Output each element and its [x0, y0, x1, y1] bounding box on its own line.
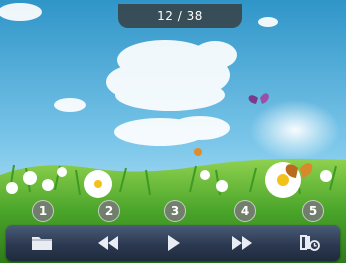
photo-counter: 12 / 38 — [118, 4, 242, 28]
playback-toolbar — [6, 225, 340, 261]
folder-icon — [31, 234, 53, 252]
image-viewer: 12 / 38 1 2 3 4 5 — [0, 0, 346, 263]
rewind-button[interactable] — [80, 225, 136, 261]
callout-marker-3: 3 — [164, 200, 186, 222]
callout-marker-2: 2 — [98, 200, 120, 222]
photo — [0, 0, 346, 263]
play-icon — [167, 234, 181, 252]
rewind-icon — [97, 235, 119, 251]
callout-marker-1: 1 — [32, 200, 54, 222]
callout-marker-4: 4 — [234, 200, 256, 222]
fast-forward-icon — [231, 235, 253, 251]
fast-forward-button[interactable] — [214, 225, 270, 261]
slideshow-settings-button[interactable] — [282, 225, 338, 261]
callout-marker-5: 5 — [302, 200, 324, 222]
open-folder-button[interactable] — [14, 225, 70, 261]
slideshow-settings-icon — [299, 234, 321, 252]
play-button[interactable] — [146, 225, 202, 261]
